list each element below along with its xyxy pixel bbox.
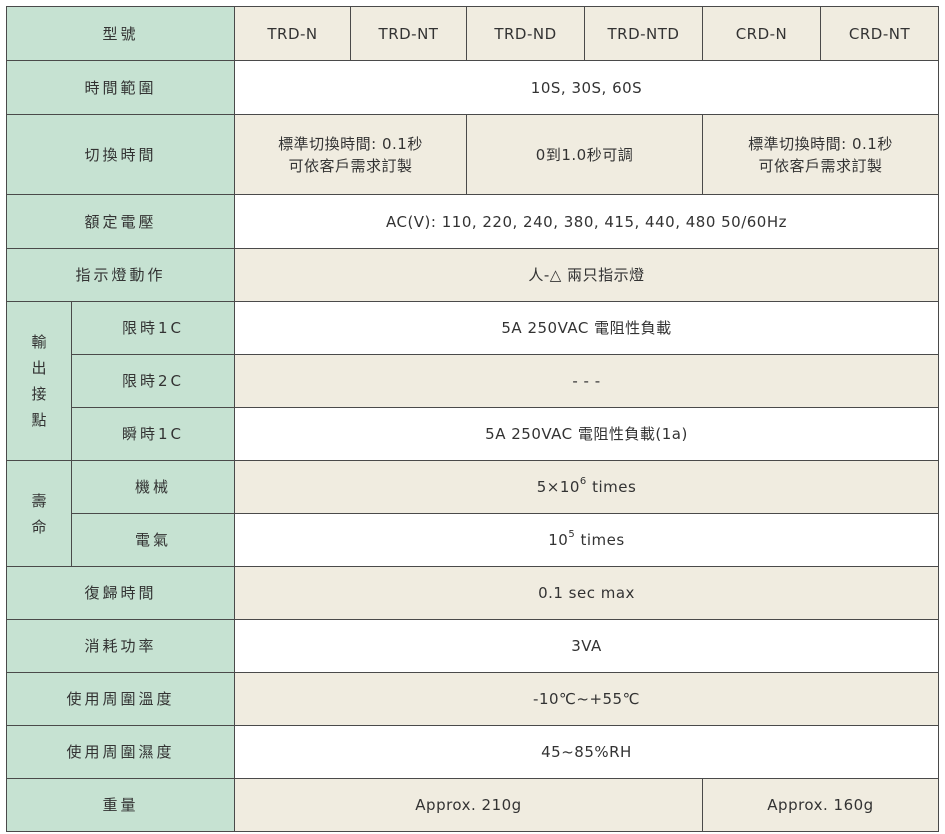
model-crd-nt: CRD-NT [820, 6, 939, 61]
switch-time-trd-nd: 0到1.0秒可調 [466, 114, 703, 195]
row-output-1: 輸出接點 限時1C 5A 250VAC 電阻性負載 [6, 301, 939, 461]
row-model: 型號 TRD-N TRD-NT TRD-ND TRD-NTD CRD-N CRD… [6, 6, 939, 61]
life-mechanical-value: 5×106 times [234, 460, 939, 514]
indicator-value: 人-△ 兩只指示燈 [234, 248, 939, 302]
life-mechanical-label: 機械 [71, 460, 235, 514]
life-electrical-exp: 5 [568, 529, 576, 540]
life-mechanical-exp: 6 [579, 476, 587, 487]
row-output-2: 限時2C - - - [7, 354, 939, 408]
output-delay-1c-label: 限時1C [71, 301, 235, 355]
reset-time-value: 0.1 sec max [234, 566, 939, 620]
output-delay-2c-value: - - - [234, 354, 939, 408]
output-instant-1c-label: 瞬時1C [71, 407, 235, 461]
row-time-range: 時間範圍 10S, 30S, 60S [6, 60, 939, 115]
switch-time-crd: 標準切換時間: 0.1秒 可依客戶需求訂製 [702, 114, 939, 195]
life-electrical-base: 10 [548, 531, 569, 549]
row-life-mechanical: 壽命 機械 5×106 times [6, 460, 939, 567]
row-power-consumption: 消耗功率 3VA [6, 619, 939, 673]
ambient-temp-value: -10℃~+55℃ [234, 672, 939, 726]
ambient-humidity-value: 45~85%RH [234, 725, 939, 779]
row-rated-voltage: 額定電壓 AC(V): 110, 220, 240, 380, 415, 440… [6, 194, 939, 249]
switch-time-label: 切換時間 [6, 114, 235, 195]
output-instant-1c-value: 5A 250VAC 電阻性負載(1a) [234, 407, 939, 461]
output-delay-2c-label: 限時2C [71, 354, 235, 408]
rated-voltage-value: AC(V): 110, 220, 240, 380, 415, 440, 480… [234, 194, 939, 249]
rated-voltage-label: 額定電壓 [6, 194, 235, 249]
row-weight: 重量 Approx. 210g Approx. 160g [6, 778, 939, 832]
output-group-text: 輸出接點 [31, 333, 47, 429]
row-life-electrical: 電氣 105 times [7, 513, 939, 567]
model-trd-nt: TRD-NT [350, 6, 467, 61]
ambient-humidity-label: 使用周圍濕度 [6, 725, 235, 779]
weight-label: 重量 [6, 778, 235, 832]
life-group-text: 壽命 [31, 491, 47, 536]
model-trd-nd: TRD-ND [466, 6, 585, 61]
output-group-label: 輸出接點 [6, 301, 72, 461]
row-reset-time: 復歸時間 0.1 sec max [6, 566, 939, 620]
time-range-label: 時間範圍 [6, 60, 235, 115]
power-consumption-value: 3VA [234, 619, 939, 673]
life-electrical-unit: times [575, 531, 625, 549]
life-mechanical-unit: times [586, 478, 637, 496]
row-switch-time: 切換時間 標準切換時間: 0.1秒 可依客戶需求訂製 0到1.0秒可調 標準切換… [6, 114, 939, 195]
weight-crd-value: Approx. 160g [702, 778, 939, 832]
switch-time-trd-n: 標準切換時間: 0.1秒 可依客戶需求訂製 [234, 114, 467, 195]
reset-time-label: 復歸時間 [6, 566, 235, 620]
row-ambient-humidity: 使用周圍濕度 45~85%RH [6, 725, 939, 779]
indicator-label: 指示燈動作 [6, 248, 235, 302]
model-trd-n: TRD-N [234, 6, 351, 61]
row-ambient-temp: 使用周圍溫度 -10℃~+55℃ [6, 672, 939, 726]
weight-trd-value: Approx. 210g [234, 778, 703, 832]
life-group-label: 壽命 [6, 460, 72, 567]
life-electrical-value: 105 times [234, 513, 939, 567]
spec-table: 型號 TRD-N TRD-NT TRD-ND TRD-NTD CRD-N CRD… [6, 6, 939, 832]
model-label: 型號 [6, 6, 235, 61]
row-indicator: 指示燈動作 人-△ 兩只指示燈 [6, 248, 939, 302]
life-mechanical-base: 5×10 [536, 478, 580, 496]
life-electrical-label: 電氣 [71, 513, 235, 567]
model-crd-n: CRD-N [702, 6, 821, 61]
model-trd-ntd: TRD-NTD [584, 6, 703, 61]
ambient-temp-label: 使用周圍溫度 [6, 672, 235, 726]
output-delay-1c-value: 5A 250VAC 電阻性負載 [234, 301, 939, 355]
time-range-value: 10S, 30S, 60S [234, 60, 939, 115]
power-consumption-label: 消耗功率 [6, 619, 235, 673]
row-output-3: 瞬時1C 5A 250VAC 電阻性負載(1a) [7, 407, 939, 461]
